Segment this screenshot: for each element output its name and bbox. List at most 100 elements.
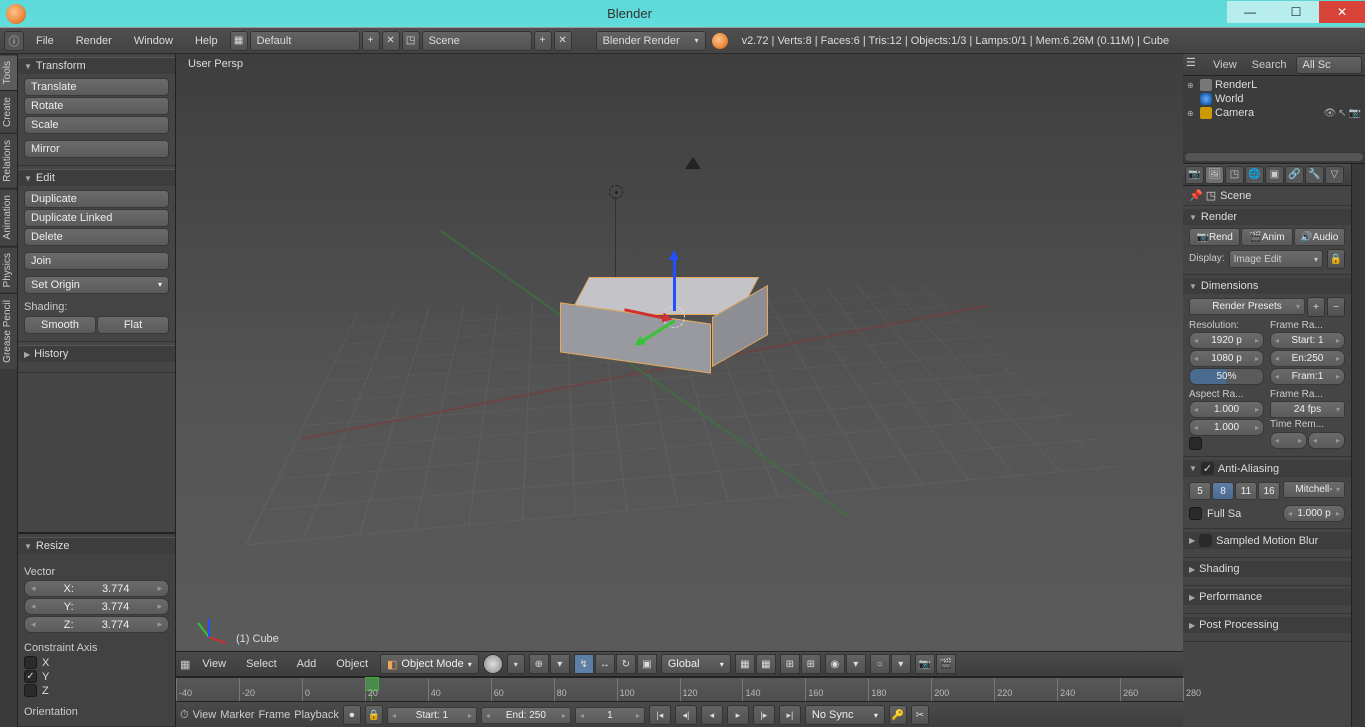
vtab-animation[interactable]: Animation [0, 188, 17, 245]
layers-button-2[interactable]: ▦ [756, 654, 776, 674]
menu-file[interactable]: File [26, 32, 64, 50]
sync-combo[interactable]: No Sync▾ [805, 705, 885, 725]
duplicate-button[interactable]: Duplicate [24, 190, 169, 208]
frame-start-field[interactable]: ◂Start: 1▸ [1270, 332, 1345, 349]
layers-grid-2[interactable]: ⊞ [801, 654, 821, 674]
shading-dropdown[interactable]: ▾ [507, 654, 525, 674]
layers-button[interactable]: ▦ [735, 654, 755, 674]
prop-tab-render[interactable]: 📷 [1185, 166, 1204, 184]
prop-tab-scene[interactable]: ◳ [1225, 166, 1244, 184]
translate-button[interactable]: Translate [24, 78, 169, 96]
menu-render[interactable]: Render [66, 32, 122, 50]
shading-panel-header[interactable]: Shading [1183, 561, 1351, 577]
frame-step-field[interactable]: ◂Fram:1▸ [1270, 368, 1345, 385]
render-preview-icon[interactable]: 📷 [915, 654, 935, 674]
constraint-x-checkbox[interactable]: X [24, 656, 169, 669]
auto-keyframe-button[interactable]: ⏺ [343, 705, 361, 725]
layout-remove-button[interactable]: ✕ [382, 31, 400, 51]
smooth-button[interactable]: Smooth [24, 316, 96, 334]
mode-combo[interactable]: ◧Object Mode▾ [380, 654, 479, 674]
proportional-edit[interactable]: ○ [870, 654, 890, 674]
end-frame-field[interactable]: ◂End: 250▸ [481, 707, 571, 724]
layout-add-button[interactable]: + [362, 31, 380, 51]
constraint-z-checkbox[interactable]: Z [24, 684, 169, 697]
editor-type-3dview-icon[interactable]: ▦ [180, 658, 190, 671]
delete-button[interactable]: Delete [24, 228, 169, 246]
prop-tab-world[interactable]: 🌐 [1245, 166, 1264, 184]
scene-add-button[interactable]: + [534, 31, 552, 51]
vtab-tools[interactable]: Tools [0, 54, 17, 90]
aa-8-button[interactable]: 8 [1212, 482, 1234, 500]
start-frame-field[interactable]: ◂Start: 1▸ [387, 707, 477, 724]
render-presets-combo[interactable]: Render Presets▾ [1189, 298, 1305, 315]
keyframe-next-button[interactable]: |▸ [753, 705, 775, 725]
keying-set-icon[interactable]: 🔑 [889, 705, 907, 725]
shading-mode-button[interactable] [483, 654, 503, 674]
resolution-y-field[interactable]: ◂1080 p▸ [1189, 350, 1264, 367]
maximize-button[interactable]: ☐ [1273, 1, 1319, 23]
resize-y-field[interactable]: ◂Y:3.774▸ [24, 598, 169, 615]
snap-toggle[interactable]: ◉ [825, 654, 845, 674]
frame-end-field[interactable]: ◂En:250▸ [1270, 350, 1345, 367]
aa-11-button[interactable]: 11 [1235, 482, 1257, 500]
editor-type-icon[interactable]: ⓘ [4, 31, 24, 51]
pivot-icon[interactable]: ⊕ [529, 654, 549, 674]
outliner-display-combo[interactable]: All Sc [1296, 56, 1362, 74]
lock-button[interactable]: 🔒 [365, 705, 383, 725]
prop-tab-data[interactable]: ▽ [1325, 166, 1344, 184]
timeline-ruler[interactable]: -40-200204060801001201401601802002202402… [176, 678, 1183, 702]
resolution-pct-field[interactable]: 50% [1189, 368, 1264, 385]
play-button[interactable]: ▸ [727, 705, 749, 725]
resize-x-field[interactable]: ◂X:3.774▸ [24, 580, 169, 597]
set-origin-combo[interactable]: Set Origin▾ [24, 276, 169, 294]
outliner-item-renderlayers[interactable]: ⊕RenderL [1185, 78, 1363, 92]
duplicate-linked-button[interactable]: Duplicate Linked [24, 209, 169, 227]
3dview-menu-add[interactable]: Add [289, 655, 325, 673]
constraint-y-checkbox[interactable]: Y [24, 670, 169, 683]
timeline-menu-playback[interactable]: Playback [294, 709, 339, 721]
close-button[interactable]: ✕ [1319, 1, 1365, 23]
post-panel-header[interactable]: Post Processing [1183, 617, 1351, 633]
mirror-button[interactable]: Mirror [24, 140, 169, 158]
manipulator-scale[interactable]: ▣ [637, 654, 657, 674]
timeline-menu-marker[interactable]: Marker [220, 709, 254, 721]
keyframe-prev-button[interactable]: ◂| [675, 705, 697, 725]
outliner-scrollbar[interactable] [1185, 153, 1363, 161]
render-anim-icon[interactable]: 🎬 [936, 654, 956, 674]
keying-delete-icon[interactable]: ✂ [911, 705, 929, 725]
full-sample-checkbox[interactable]: Full Sa [1189, 505, 1280, 522]
render-anim-button[interactable]: 🎬Anim [1241, 228, 1292, 246]
fps-combo[interactable]: 24 fps▾ [1270, 401, 1345, 418]
render-audio-button[interactable]: 🔊Audio [1294, 228, 1345, 246]
scene-combo[interactable]: Scene [422, 31, 532, 51]
selectable-icon[interactable]: ↖ [1338, 108, 1346, 119]
jump-end-button[interactable]: ▸| [779, 705, 801, 725]
vtab-create[interactable]: Create [0, 90, 17, 133]
minimize-button[interactable]: — [1227, 1, 1273, 23]
aa-5-button[interactable]: 5 [1189, 482, 1211, 500]
camera-object[interactable] [685, 155, 705, 169]
resize-z-field[interactable]: ◂Z:3.774▸ [24, 616, 169, 633]
time-old-field[interactable]: ◂▸ [1270, 432, 1307, 449]
dimensions-panel-header[interactable]: Dimensions [1183, 278, 1351, 294]
play-reverse-button[interactable]: ◂ [701, 705, 723, 725]
properties-scrollbar[interactable] [1351, 164, 1365, 727]
preset-remove-button[interactable]: − [1327, 297, 1345, 317]
screen-layout-combo[interactable]: Default [250, 31, 360, 51]
aspect-y-field[interactable]: ◂1.000▸ [1189, 419, 1264, 436]
proportional-falloff[interactable]: ▾ [891, 654, 911, 674]
render-panel-header[interactable]: Render [1183, 209, 1351, 225]
snap-element[interactable]: ▾ [846, 654, 866, 674]
aa-16-button[interactable]: 16 [1258, 482, 1280, 500]
prop-tab-object[interactable]: ▣ [1265, 166, 1284, 184]
pivot-dropdown[interactable]: ▾ [550, 654, 570, 674]
preset-add-button[interactable]: + [1307, 297, 1325, 317]
prop-tab-modifiers[interactable]: 🔧 [1305, 166, 1324, 184]
aspect-x-field[interactable]: ◂1.000▸ [1189, 401, 1264, 418]
menu-help[interactable]: Help [185, 32, 228, 50]
motionblur-panel-header[interactable]: Sampled Motion Blur [1183, 532, 1351, 549]
border-checkbox[interactable] [1189, 437, 1264, 450]
outliner-item-camera[interactable]: ⊕Camera👁↖📷 [1185, 106, 1363, 120]
3dview-menu-object[interactable]: Object [328, 655, 376, 673]
flat-button[interactable]: Flat [97, 316, 169, 334]
